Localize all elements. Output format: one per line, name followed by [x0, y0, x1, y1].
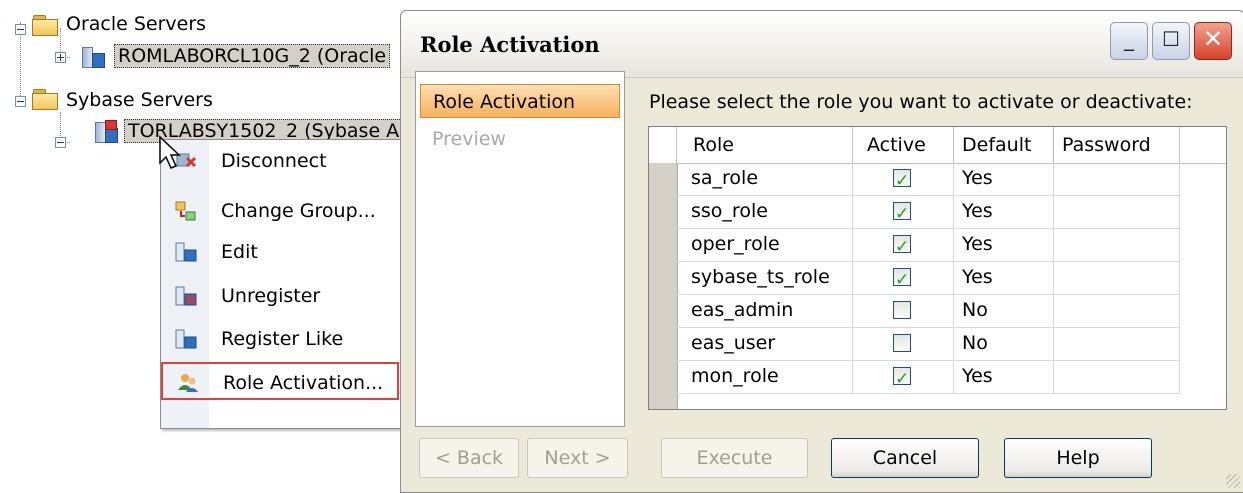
- role-name-cell[interactable]: oper_role: [677, 229, 853, 262]
- edit-server-icon: [175, 242, 197, 262]
- expand-server-icon[interactable]: [55, 52, 66, 63]
- change-group-icon: [175, 201, 196, 221]
- minimize-button[interactable]: _: [1110, 22, 1148, 60]
- active-cell: [853, 229, 954, 263]
- role-name-cell[interactable]: sso_role: [677, 196, 853, 229]
- column-active[interactable]: Active: [853, 127, 954, 163]
- table-row[interactable]: eas_admin No: [677, 295, 1226, 328]
- maximize-icon: ☐: [1162, 27, 1180, 51]
- default-cell: No: [954, 295, 1054, 328]
- menu-item-edit[interactable]: Edit: [161, 233, 400, 271]
- help-button[interactable]: Help: [1004, 438, 1152, 478]
- password-cell[interactable]: [1054, 295, 1180, 328]
- button-bar: < Back Next > Execute Cancel Help: [401, 416, 1243, 492]
- table-row[interactable]: mon_role Yes: [677, 361, 1226, 395]
- menu-item-unregister[interactable]: Unregister: [161, 277, 400, 315]
- active-cell: [853, 295, 954, 328]
- dialog-title: Role Activation: [420, 32, 600, 57]
- maximize-button[interactable]: ☐: [1152, 22, 1190, 60]
- sybase-server-icon: [95, 120, 118, 143]
- oracle-server-icon: [82, 45, 105, 68]
- minimize-icon: _: [1124, 27, 1134, 51]
- active-checkbox[interactable]: [893, 166, 911, 197]
- register-like-icon: [175, 329, 197, 349]
- active-checkbox[interactable]: [893, 199, 911, 230]
- menu-item-register-like[interactable]: Register Like: [161, 320, 400, 358]
- active-checkbox[interactable]: [893, 265, 911, 296]
- password-cell[interactable]: [1054, 328, 1180, 361]
- table-row[interactable]: sybase_ts_role Yes: [677, 262, 1226, 296]
- column-password[interactable]: Password: [1054, 127, 1180, 163]
- users-icon: [178, 374, 198, 392]
- active-checkbox[interactable]: [893, 364, 911, 395]
- resize-grip-icon[interactable]: [1226, 474, 1240, 488]
- default-cell: Yes: [954, 229, 1054, 262]
- mouse-cursor-icon: [159, 135, 181, 169]
- active-checkbox[interactable]: [893, 334, 911, 352]
- collapse-sybase-icon[interactable]: [15, 96, 26, 107]
- folder-icon: [32, 89, 58, 110]
- menu-item-disconnect[interactable]: Disconnect: [161, 142, 400, 180]
- dialog-title-bar[interactable]: Role Activation _ ☐ ✕: [401, 11, 1243, 78]
- menu-item-role-activation[interactable]: Role Activation...: [161, 362, 399, 400]
- active-cell: [853, 262, 954, 296]
- table-row[interactable]: eas_user No: [677, 328, 1226, 361]
- active-cell: [853, 196, 954, 230]
- password-cell[interactable]: [1054, 196, 1180, 229]
- active-checkbox[interactable]: [893, 232, 911, 263]
- menu-item-change-group[interactable]: Change Group...: [161, 192, 400, 230]
- active-cell: [853, 361, 954, 395]
- collapse-server-icon[interactable]: [55, 137, 66, 148]
- instruction-text: Please select the role you want to activ…: [649, 91, 1193, 113]
- context-menu: Disconnect Change Group... Edit Unregist…: [160, 139, 401, 429]
- role-name-cell[interactable]: sybase_ts_role: [677, 262, 853, 295]
- cancel-button[interactable]: Cancel: [831, 438, 979, 478]
- close-button[interactable]: ✕: [1194, 22, 1232, 60]
- password-cell[interactable]: [1054, 361, 1180, 394]
- back-button[interactable]: < Back: [419, 438, 519, 478]
- tree-group-oracle[interactable]: Oracle Servers: [66, 13, 206, 35]
- default-cell: No: [954, 328, 1054, 361]
- role-name-cell[interactable]: mon_role: [677, 361, 853, 394]
- execute-button[interactable]: Execute: [661, 438, 808, 478]
- next-button[interactable]: Next >: [527, 438, 628, 478]
- table-row[interactable]: oper_role Yes: [677, 229, 1226, 263]
- column-default[interactable]: Default: [954, 127, 1054, 163]
- active-checkbox[interactable]: [893, 301, 911, 319]
- table-row[interactable]: sso_role Yes: [677, 196, 1226, 230]
- password-cell[interactable]: [1054, 163, 1180, 196]
- tree-group-sybase[interactable]: Sybase Servers: [66, 89, 213, 111]
- step-role-activation[interactable]: Role Activation: [420, 84, 620, 118]
- role-name-cell[interactable]: sa_role: [677, 163, 853, 196]
- table-row[interactable]: sa_role Yes: [677, 163, 1226, 197]
- collapse-oracle-icon[interactable]: [15, 24, 26, 35]
- grid-header: Role Active Default Password: [649, 127, 1226, 164]
- close-icon: ✕: [1202, 25, 1224, 53]
- password-cell[interactable]: [1054, 262, 1180, 295]
- tree-server-oracle[interactable]: ROMLABORCL10G_2 (Oracle: [114, 44, 391, 68]
- active-cell: [853, 163, 954, 197]
- default-cell: Yes: [954, 361, 1054, 394]
- roles-grid: Role Active Default Password sa_roleYess…: [648, 126, 1227, 410]
- default-cell: Yes: [954, 196, 1054, 229]
- step-preview: Preview: [432, 128, 506, 150]
- role-name-cell[interactable]: eas_user: [677, 328, 853, 361]
- column-role[interactable]: Role: [677, 127, 853, 163]
- password-cell[interactable]: [1054, 229, 1180, 262]
- wizard-steps-panel: Role Activation Preview: [415, 71, 625, 427]
- default-cell: Yes: [954, 262, 1054, 295]
- folder-icon: [32, 15, 58, 36]
- unregister-icon: [175, 286, 197, 306]
- default-cell: Yes: [954, 163, 1054, 196]
- role-name-cell[interactable]: eas_admin: [677, 295, 853, 328]
- role-activation-dialog: Role Activation _ ☐ ✕ Role Activation Pr…: [400, 10, 1243, 493]
- active-cell: [853, 328, 954, 361]
- row-selector-column[interactable]: [649, 163, 678, 409]
